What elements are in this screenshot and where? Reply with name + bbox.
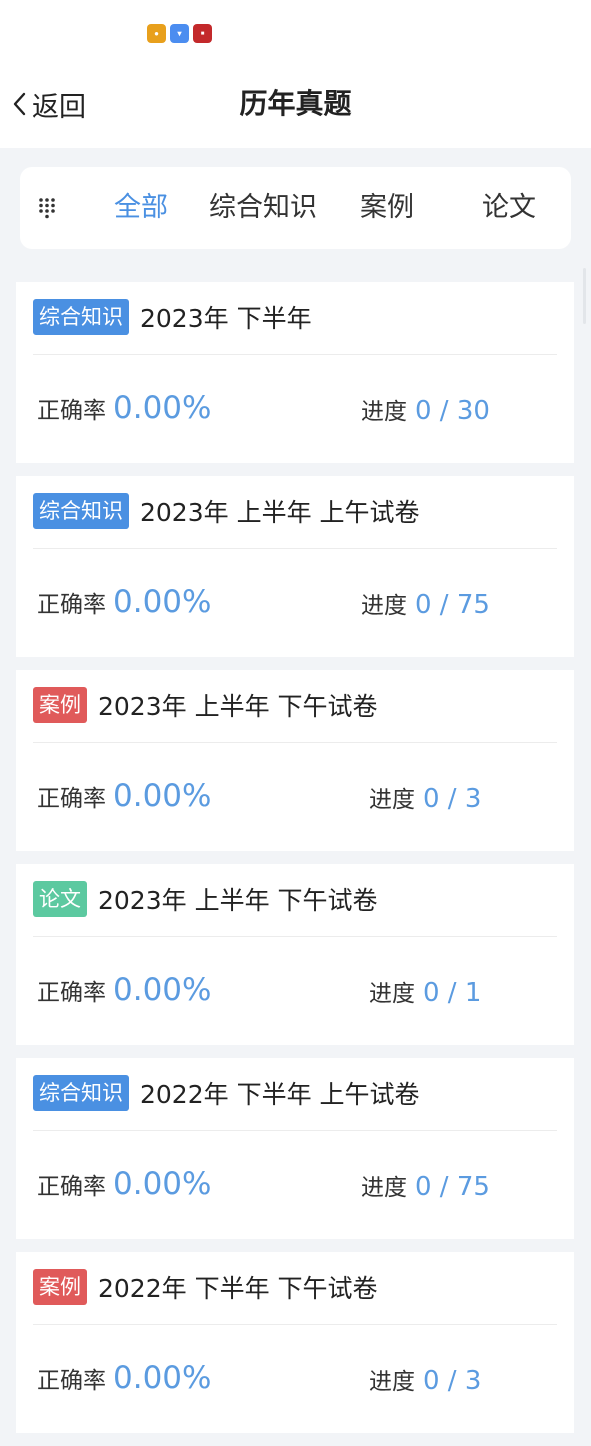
progress-value: 0 / 3 xyxy=(423,1366,482,1396)
list-item[interactable]: 综合知识 2023年 上半年 上午试卷 正确率 0.00% 进度 0 / 75 xyxy=(16,476,574,657)
divider xyxy=(33,1324,557,1325)
divider xyxy=(33,936,557,937)
category-tag: 综合知识 xyxy=(33,1075,129,1111)
exam-list: 综合知识 2023年 下半年 正确率 0.00% 进度 0 / 30 综合知识 20… xyxy=(16,282,574,1446)
divider xyxy=(33,548,557,549)
progress-value: 0 / 75 xyxy=(415,590,490,620)
list-item[interactable]: 综合知识 2022年 下半年 上午试卷 正确率 0.00% 进度 0 / 75 xyxy=(16,1058,574,1239)
nav-bar: 返回 历年真题 xyxy=(0,62,591,148)
tab-all[interactable]: 全部 xyxy=(114,167,168,249)
progress-label: 进度 xyxy=(361,399,407,425)
accuracy-label: 正确率 xyxy=(37,398,106,424)
exam-title: 2023年 下半年 xyxy=(140,304,312,333)
progress-label: 进度 xyxy=(369,1369,415,1395)
app-notification-icon: ▾ xyxy=(170,24,189,43)
progress-value: 0 / 1 xyxy=(423,978,482,1008)
app-notification-icon: ■ xyxy=(193,24,212,43)
accuracy-value: 0.00% xyxy=(113,778,212,814)
exam-title: 2023年 上半年 上午试卷 xyxy=(140,498,420,527)
accuracy-label: 正确率 xyxy=(37,1174,106,1200)
exam-title: 2022年 下半年 上午试卷 xyxy=(140,1080,420,1109)
list-item[interactable]: 案例 2022年 下半年 下午试卷 正确率 0.00% 进度 0 / 3 xyxy=(16,1252,574,1433)
accuracy-label: 正确率 xyxy=(37,1368,106,1394)
exam-title: 2023年 上半年 下午试卷 xyxy=(98,692,378,721)
accuracy-value: 0.00% xyxy=(113,1166,212,1202)
category-tag: 综合知识 xyxy=(33,493,129,529)
status-bar: ● ▾ ■ xyxy=(0,0,591,62)
category-tag: 综合知识 xyxy=(33,299,129,335)
grid-menu-icon[interactable] xyxy=(38,197,56,219)
category-tag: 论文 xyxy=(33,881,87,917)
accuracy-value: 0.00% xyxy=(113,1360,212,1396)
accuracy-label: 正确率 xyxy=(37,980,106,1006)
exam-title: 2023年 上半年 下午试卷 xyxy=(98,886,378,915)
accuracy-value: 0.00% xyxy=(113,390,212,426)
divider xyxy=(33,1130,557,1131)
scrollbar[interactable] xyxy=(583,268,586,324)
page-title: 历年真题 xyxy=(239,87,352,120)
accuracy-label: 正确率 xyxy=(37,592,106,618)
progress-label: 进度 xyxy=(369,981,415,1007)
tab-essay[interactable]: 论文 xyxy=(482,167,536,249)
progress-value: 0 / 3 xyxy=(423,784,482,814)
app-notification-icon: ● xyxy=(147,24,166,43)
tab-case[interactable]: 案例 xyxy=(360,167,414,249)
exam-title: 2022年 下半年 下午试卷 xyxy=(98,1274,378,1303)
divider xyxy=(33,354,557,355)
list-item[interactable]: 综合知识 2023年 下半年 正确率 0.00% 进度 0 / 30 xyxy=(16,282,574,463)
category-tag: 案例 xyxy=(33,1269,87,1305)
list-item[interactable]: 案例 2023年 上半年 下午试卷 正确率 0.00% 进度 0 / 3 xyxy=(16,670,574,851)
category-tabs: 全部 综合知识 案例 论文 xyxy=(20,167,571,249)
progress-label: 进度 xyxy=(369,787,415,813)
progress-value: 0 / 75 xyxy=(415,1172,490,1202)
accuracy-value: 0.00% xyxy=(113,972,212,1008)
progress-label: 进度 xyxy=(361,1175,407,1201)
notification-icons: ● ▾ ■ xyxy=(147,24,212,43)
divider xyxy=(33,742,557,743)
accuracy-value: 0.00% xyxy=(113,584,212,620)
progress-value: 0 / 30 xyxy=(415,396,490,426)
accuracy-label: 正确率 xyxy=(37,786,106,812)
tab-comprehensive-knowledge[interactable]: 综合知识 xyxy=(209,167,317,249)
progress-label: 进度 xyxy=(361,593,407,619)
list-item[interactable]: 论文 2023年 上半年 下午试卷 正确率 0.00% 进度 0 / 1 xyxy=(16,864,574,1045)
category-tag: 案例 xyxy=(33,687,87,723)
